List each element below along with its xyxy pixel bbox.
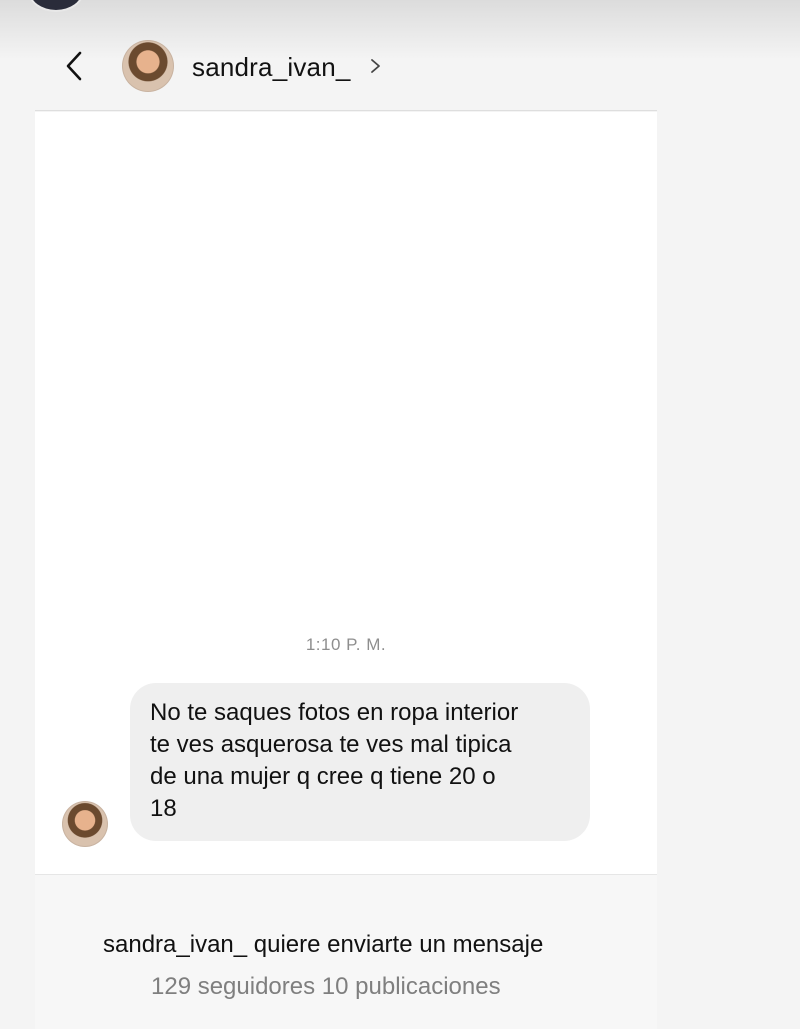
follower-stats: 129 seguidores 10 publicaciones bbox=[151, 973, 501, 1000]
sender-avatar[interactable] bbox=[62, 801, 108, 847]
request-text: sandra_ivan_ quiere enviarte un mensaje bbox=[103, 931, 543, 959]
message-line: 18 bbox=[150, 795, 177, 822]
message-timestamp: 1:10 P. M. bbox=[305, 635, 387, 654]
contact-avatar[interactable] bbox=[122, 40, 174, 92]
message-thread: 1:10 P. M. No te saques fotos en ropa in… bbox=[35, 112, 657, 874]
chat-header: sandra_ivan_ bbox=[35, 28, 657, 111]
message-bubble[interactable]: No te saques fotos en ropa interior te v… bbox=[130, 683, 590, 841]
chevron-right-icon[interactable] bbox=[369, 54, 383, 78]
message-line: No te saques fotos en ropa interior bbox=[150, 699, 519, 726]
message-request-panel: sandra_ivan_ quiere enviarte un mensaje … bbox=[35, 874, 657, 1029]
chevron-left-icon bbox=[66, 51, 82, 81]
message-line: te ves asquerosa te ves mal tipica bbox=[150, 731, 512, 758]
request-description: quiere enviarte un mensaje bbox=[253, 931, 544, 958]
message-line: de una mujer q cree q tiene 20 o bbox=[150, 763, 496, 790]
request-username[interactable]: sandra_ivan_ bbox=[103, 931, 247, 958]
back-button[interactable] bbox=[61, 48, 87, 84]
contact-username[interactable]: sandra_ivan_ bbox=[192, 52, 351, 83]
